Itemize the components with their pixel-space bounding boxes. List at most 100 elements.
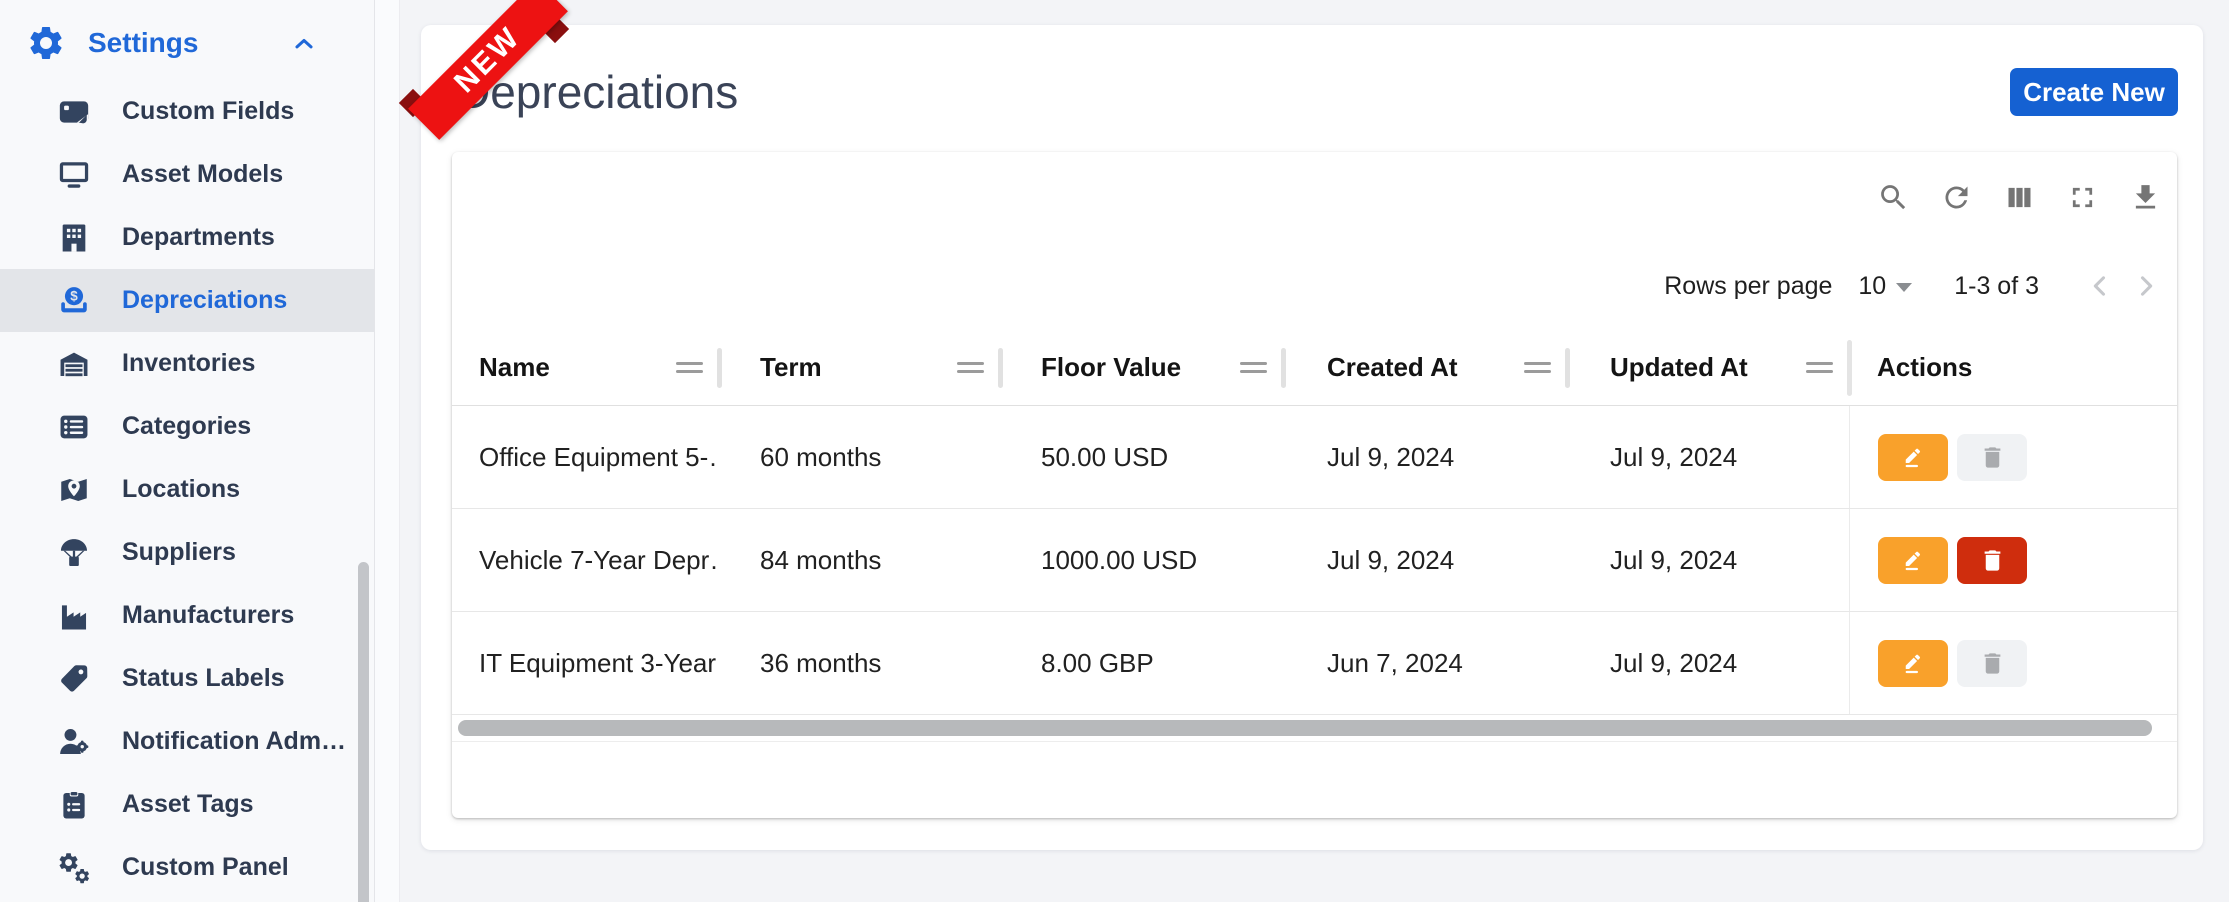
rows-per-page-label: Rows per page (1664, 272, 1832, 301)
sidebar-item-manufacturers[interactable]: Manufacturers (0, 584, 374, 647)
sidebar-item-label: Departments (122, 223, 275, 252)
cell-term: 84 months (719, 509, 1000, 611)
fullscreen-icon[interactable] (2064, 179, 2100, 215)
previous-page-button[interactable] (2077, 263, 2123, 309)
table-row[interactable]: IT Equipment 3-Year… 36 months 8.00 GBP … (452, 612, 2177, 715)
drag-handle-icon[interactable] (1240, 362, 1267, 378)
sidebar-item-label: Custom Panel (122, 853, 289, 882)
sidebar-item-label: Manufacturers (122, 601, 294, 630)
departments-icon (56, 220, 92, 256)
sidebar-item-asset-tags[interactable]: Asset Tags (0, 773, 374, 836)
depreciations-icon: $ (56, 283, 92, 319)
custom-panel-icon (56, 850, 92, 886)
scrollbar-thumb[interactable] (458, 720, 2152, 736)
cell-created-at: Jun 7, 2024 (1283, 612, 1567, 714)
data-grid-card: Rows per page 10 1-3 of 3 Name Term Floo… (452, 152, 2177, 818)
sidebar-item-departments[interactable]: Departments (0, 206, 374, 269)
locations-icon (56, 472, 92, 508)
status-labels-icon (56, 661, 92, 697)
grid-pagination: Rows per page 10 1-3 of 3 (452, 242, 2177, 330)
delete-button[interactable] (1957, 537, 2027, 584)
refresh-icon[interactable] (1938, 179, 1974, 215)
sidebar-scrollbar[interactable] (358, 562, 369, 902)
pencil-icon (1900, 650, 1927, 677)
cell-floor-value: 1000.00 USD (1000, 509, 1283, 611)
sidebar-item-custom-panel[interactable]: Custom Panel (0, 836, 374, 899)
inventories-icon (56, 346, 92, 382)
suppliers-icon (56, 535, 92, 571)
next-page-button[interactable] (2123, 263, 2169, 309)
sidebar-divider-strip (375, 0, 400, 902)
sidebar-item-inventories[interactable]: Inventories (0, 332, 374, 395)
cell-actions (1849, 406, 2177, 508)
sidebar-item-custom-fields[interactable]: Custom Fields (0, 80, 374, 143)
cell-actions (1849, 612, 2177, 714)
svg-text:$: $ (70, 288, 78, 303)
cell-term: 36 months (719, 612, 1000, 714)
chevron-up-icon[interactable] (290, 30, 318, 58)
sidebar-item-asset-models[interactable]: Asset Models (0, 143, 374, 206)
sidebar-item-label: Custom Fields (122, 97, 294, 126)
sidebar-header-label: Settings (88, 27, 198, 59)
categories-icon (56, 409, 92, 445)
trash-icon (1979, 547, 2006, 574)
edit-button[interactable] (1878, 537, 1948, 584)
sidebar-menu: Custom Fields Asset Models Departments $… (0, 80, 374, 899)
table-row[interactable]: Office Equipment 5-… 60 months 50.00 USD… (452, 406, 2177, 509)
sidebar-item-notification-admins[interactable]: Notification Adm… (0, 710, 374, 773)
sidebar-item-categories[interactable]: Categories (0, 395, 374, 458)
rows-per-page-select[interactable]: 10 (1858, 272, 1912, 301)
app-window: Settings Custom Fields Asset Models Depa… (0, 0, 2229, 902)
columns-icon[interactable] (2001, 179, 2037, 215)
settings-sidebar: Settings Custom Fields Asset Models Depa… (0, 0, 375, 902)
delete-button[interactable] (1957, 640, 2027, 687)
gear-icon (26, 23, 66, 63)
sidebar-item-label: Inventories (122, 349, 255, 378)
depreciations-page-card: NEW Depreciations Create New Rows per pa… (421, 25, 2203, 850)
column-header-created-at[interactable]: Created At (1283, 330, 1567, 405)
column-header-actions: Actions (1849, 330, 2177, 405)
sidebar-item-label: Asset Tags (122, 790, 254, 819)
sidebar-item-suppliers[interactable]: Suppliers (0, 521, 374, 584)
sidebar-item-label: Suppliers (122, 538, 236, 567)
column-header-floor-value[interactable]: Floor Value (1000, 330, 1283, 405)
sidebar-item-status-labels[interactable]: Status Labels (0, 647, 374, 710)
edit-button[interactable] (1878, 434, 1948, 481)
column-header-name[interactable]: Name (452, 330, 719, 405)
table-horizontal-scrollbar (452, 715, 2177, 742)
create-new-button[interactable]: Create New (2010, 68, 2178, 116)
cell-name: Office Equipment 5-… (452, 406, 719, 508)
cell-name: IT Equipment 3-Year… (452, 612, 719, 714)
custom-fields-icon (56, 94, 92, 130)
cell-updated-at: Jul 9, 2024 (1567, 612, 1849, 714)
column-header-term[interactable]: Term (719, 330, 1000, 405)
manufacturers-icon (56, 598, 92, 634)
sidebar-item-locations[interactable]: Locations (0, 458, 374, 521)
sidebar-item-label: Depreciations (122, 286, 287, 315)
pagination-range: 1-3 of 3 (1954, 272, 2039, 301)
caret-down-icon (1896, 283, 1912, 292)
drag-handle-icon[interactable] (676, 362, 703, 378)
cell-floor-value: 50.00 USD (1000, 406, 1283, 508)
cell-created-at: Jul 9, 2024 (1283, 509, 1567, 611)
drag-handle-icon[interactable] (957, 362, 984, 378)
column-header-updated-at[interactable]: Updated At (1567, 330, 1849, 405)
trash-icon (1979, 650, 2006, 677)
search-icon[interactable] (1875, 179, 1911, 215)
cell-term: 60 months (719, 406, 1000, 508)
delete-button[interactable] (1957, 434, 2027, 481)
sidebar-item-label: Status Labels (122, 664, 285, 693)
table-row[interactable]: Vehicle 7-Year Depr… 84 months 1000.00 U… (452, 509, 2177, 612)
cell-updated-at: Jul 9, 2024 (1567, 509, 1849, 611)
download-icon[interactable] (2127, 179, 2163, 215)
drag-handle-icon[interactable] (1524, 362, 1551, 378)
edit-button[interactable] (1878, 640, 1948, 687)
sidebar-header-settings[interactable]: Settings (0, 16, 374, 70)
sidebar-item-depreciations[interactable]: $ Depreciations (0, 269, 374, 332)
asset-tags-icon (56, 787, 92, 823)
cell-name: Vehicle 7-Year Depr… (452, 509, 719, 611)
drag-handle-icon[interactable] (1806, 362, 1833, 378)
grid-toolbar (452, 152, 2177, 242)
table-header-row: Name Term Floor Value Created At Updated… (452, 330, 2177, 406)
rows-per-page-value: 10 (1858, 272, 1886, 301)
